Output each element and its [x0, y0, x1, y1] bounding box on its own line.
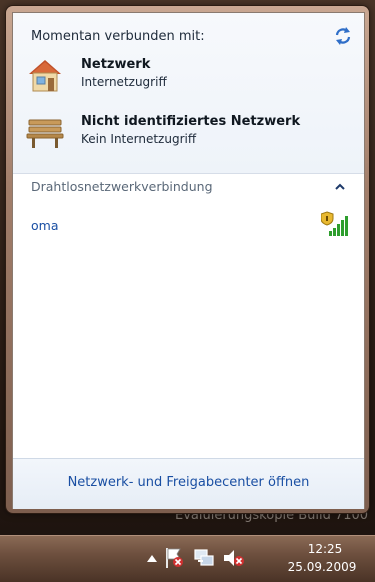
- connection-name: Netzwerk: [81, 57, 151, 72]
- volume-muted-icon[interactable]: [222, 547, 246, 569]
- public-network-icon: [26, 119, 64, 148]
- clock-time[interactable]: 12:25: [295, 542, 355, 556]
- clock-date[interactable]: 25.09.2009: [282, 560, 362, 574]
- network-tray-icon[interactable]: [193, 547, 215, 569]
- connection-name: Nicht identifiziertes Netzwerk: [81, 114, 301, 129]
- connected-networks-panel: Momentan verbunden mit: Netzwerk Interne…: [13, 13, 364, 174]
- connection-item-unidentified: Nicht identifiziertes Netzwerk Kein Inte…: [23, 114, 353, 154]
- wireless-network-name: oma: [31, 218, 59, 233]
- connection-item-home: Netzwerk Internetzugriff: [23, 57, 353, 97]
- flyout-footer: Netzwerk- und Freigabecenter öffnen: [13, 458, 364, 509]
- action-center-flag-icon[interactable]: [164, 547, 184, 569]
- refresh-icon[interactable]: [333, 26, 353, 46]
- wireless-section-label: Drahtlosnetzwerkverbindung: [31, 179, 213, 194]
- wireless-network-item[interactable]: oma: [21, 211, 356, 239]
- secured-signal-icon: [321, 211, 348, 236]
- network-sharing-center-link[interactable]: Netzwerk- und Freigabecenter öffnen: [13, 475, 364, 490]
- chevron-up-icon[interactable]: [333, 181, 347, 193]
- connection-status: Kein Internetzugriff: [81, 132, 197, 146]
- wireless-section-header[interactable]: Drahtlosnetzwerkverbindung: [13, 174, 364, 200]
- network-flyout: Momentan verbunden mit: Netzwerk Interne…: [12, 12, 365, 509]
- currently-connected-label: Momentan verbunden mit:: [31, 29, 205, 44]
- show-hidden-icons-icon[interactable]: [147, 554, 157, 562]
- connection-status: Internetzugriff: [81, 75, 167, 89]
- taskbar: 12:25 25.09.2009: [0, 535, 375, 582]
- home-network-icon: [29, 60, 61, 92]
